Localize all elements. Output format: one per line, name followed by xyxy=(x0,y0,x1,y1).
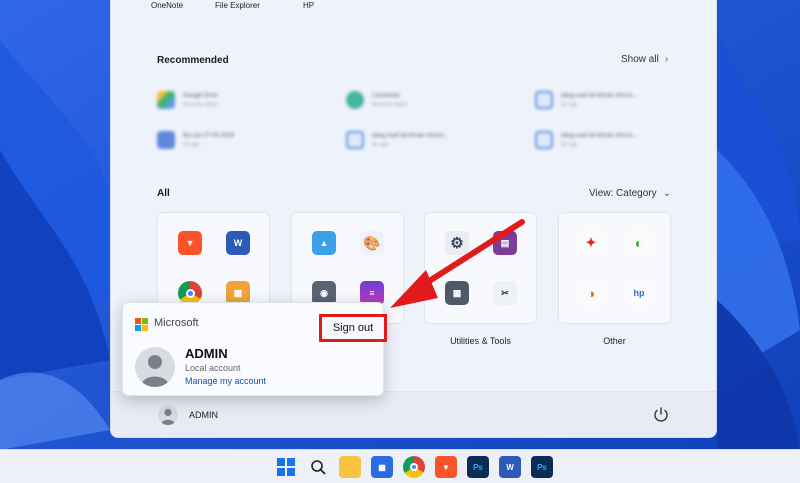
folder-label: Other xyxy=(603,336,626,346)
recommended-item[interactable]: dang xuat tai khoan micros... 4m ago xyxy=(346,126,506,154)
show-all-button[interactable]: Show all › xyxy=(621,54,668,65)
brave-icon: ▼ xyxy=(178,231,202,255)
photoshop-icon[interactable]: Ps xyxy=(467,456,489,478)
image-file-icon xyxy=(535,91,553,109)
recommended-item[interactable]: dang xuat tai khoan micros... 2m ago xyxy=(535,86,695,114)
user-avatar-icon[interactable] xyxy=(158,405,178,425)
image-file-icon xyxy=(346,131,364,149)
power-icon[interactable] xyxy=(652,406,670,424)
folder-label: Utilities & Tools xyxy=(450,336,511,346)
coccoc-icon: ◐ xyxy=(627,231,651,255)
anydesk-icon: ✦ xyxy=(579,231,603,255)
show-all-label: Show all xyxy=(621,54,659,65)
photoshop-icon[interactable]: Ps xyxy=(531,456,553,478)
chrome-icon[interactable] xyxy=(403,456,425,478)
word-icon: W xyxy=(226,231,250,255)
recommended-item[interactable]: Google Drive Recently added xyxy=(157,86,317,114)
image-file-icon xyxy=(535,131,553,149)
pinned-app-onenote[interactable]: OneNote xyxy=(151,1,183,10)
openvpn-icon: ◑ xyxy=(579,281,603,305)
account-avatar-icon xyxy=(135,347,175,387)
manage-account-link[interactable]: Manage my account xyxy=(185,376,266,386)
view-category-button[interactable]: View: Category ⌄ xyxy=(589,188,671,199)
hp-tools-icon: hp xyxy=(627,281,651,305)
sign-out-button[interactable]: Sign out xyxy=(319,314,387,342)
word-icon[interactable]: W xyxy=(499,456,521,478)
recommended-item-name: dang xuat tai khoan micros... xyxy=(561,132,638,139)
recommended-item-detail: 2m ago xyxy=(561,101,578,108)
recommended-item[interactable]: dang xuat tai khoan micros... 5m ago xyxy=(535,126,695,154)
pinned-app-file-explorer[interactable]: File Explorer xyxy=(215,1,260,10)
recommended-item-detail: 5m ago xyxy=(561,141,578,148)
chevron-down-icon: ⌄ xyxy=(662,188,672,199)
user-bar: ADMIN xyxy=(111,391,716,437)
search-icon[interactable] xyxy=(307,456,329,478)
recommended-item-detail: 5m ago xyxy=(183,141,200,148)
recommended-item-detail: Recently added xyxy=(183,101,218,108)
recommended-item-name: Localsend xyxy=(372,92,400,99)
recommended-item[interactable]: Ba can 27-04-2026 5m ago xyxy=(157,126,317,154)
taskbar: ▦ ▼ Ps W Ps xyxy=(0,449,800,483)
chevron-right-icon: › xyxy=(664,54,669,65)
recommended-item-name: Ba can 27-04-2026 xyxy=(183,132,235,139)
app-folder-other[interactable]: ✦ ◐ ◑ hp xyxy=(558,212,671,324)
document-file-icon xyxy=(157,131,175,149)
pinned-apps-row: OneNote File Explorer HP xyxy=(111,1,716,13)
pinned-app-hp[interactable]: HP xyxy=(303,1,314,10)
all-apps-title: All xyxy=(157,188,170,199)
app-folder-utilities[interactable]: ⚙ ▤ ▦ ✂ xyxy=(424,212,537,324)
google-drive-icon xyxy=(157,91,175,109)
account-flyout: Microsoft Sign out ADMIN Local account M… xyxy=(122,302,387,396)
localsend-icon xyxy=(346,91,364,109)
recommended-item[interactable]: Localsend Recently added xyxy=(346,86,506,114)
account-type: Local account xyxy=(185,363,241,373)
start-button[interactable] xyxy=(275,456,297,478)
view-category-label: View: Category xyxy=(589,188,657,199)
recommended-title: Recommended xyxy=(157,55,229,66)
recommended-item-name: Google Drive xyxy=(183,92,219,99)
calculator-icon: ▦ xyxy=(445,281,469,305)
paint-icon: 🎨 xyxy=(360,231,384,255)
recommended-item-detail: Recently added xyxy=(372,101,407,108)
recommended-item-detail: 4m ago xyxy=(372,141,389,148)
recommended-item-name: dang xuat tai khoan micros... xyxy=(372,132,449,139)
brave-icon[interactable]: ▼ xyxy=(435,456,457,478)
file-explorer-icon[interactable] xyxy=(339,456,361,478)
photos-icon: ▲ xyxy=(312,231,336,255)
snipping-tool-icon: ✂ xyxy=(493,281,517,305)
user-name[interactable]: ADMIN xyxy=(189,410,218,420)
microsoft-logo-icon xyxy=(135,318,148,331)
account-name: ADMIN xyxy=(185,346,228,361)
microsoft-brand: Microsoft xyxy=(154,317,199,329)
recommended-item-name: dang xuat tai khoan micros... xyxy=(561,92,638,99)
settings-icon: ⚙ xyxy=(445,231,469,255)
microsoft-store-icon[interactable]: ▦ xyxy=(371,456,393,478)
winrar-icon: ▤ xyxy=(493,231,517,255)
